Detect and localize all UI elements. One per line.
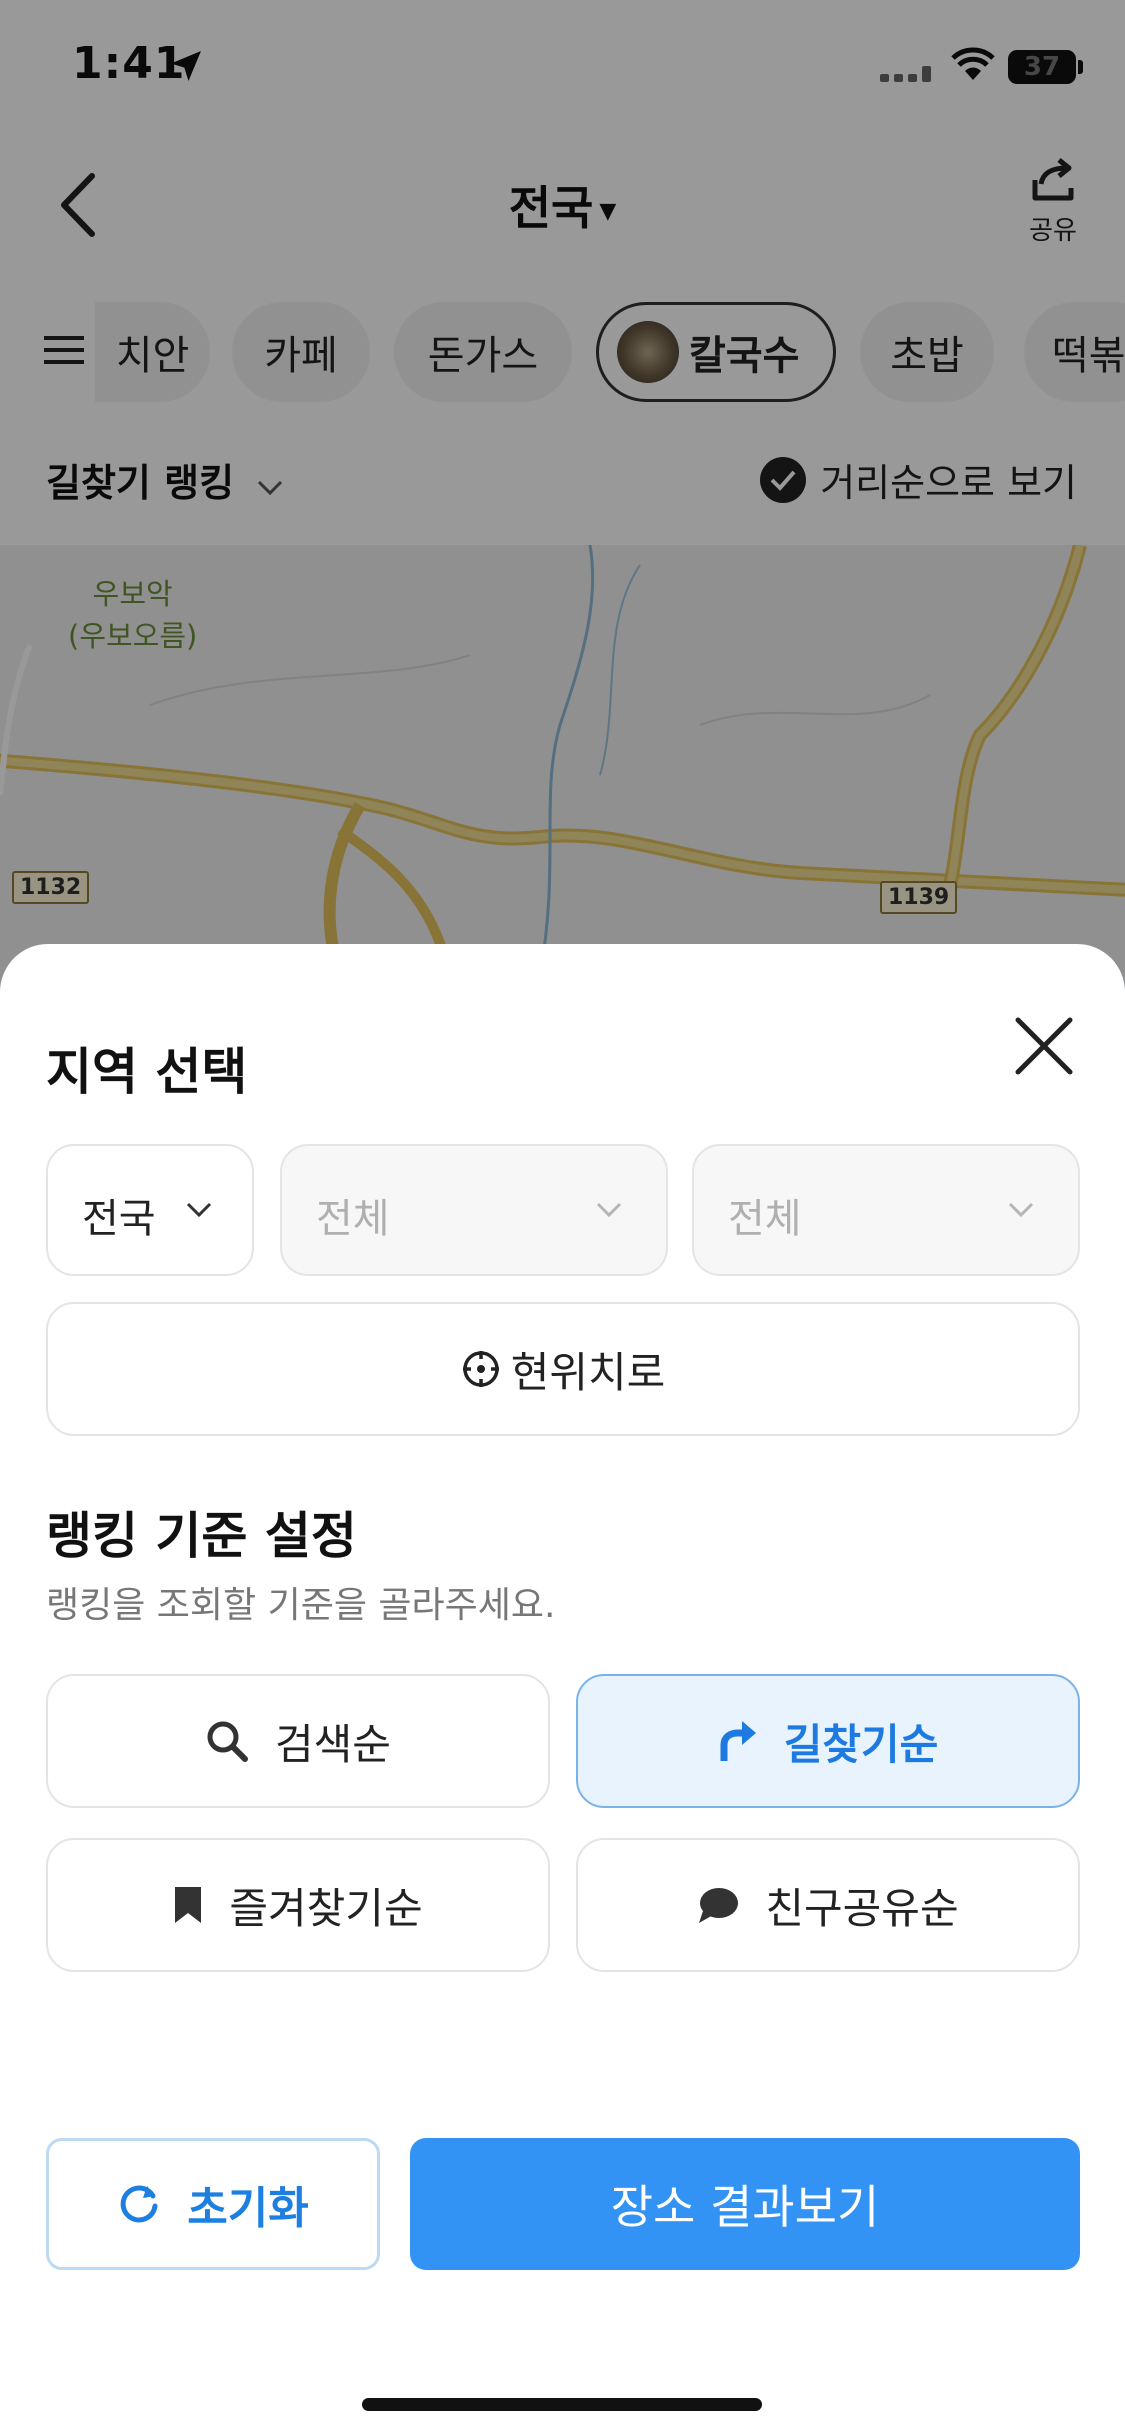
show-results-button[interactable]: 장소 결과보기 [410,2138,1080,2270]
ranking-section-title: 랭킹 기준 설정 [46,1507,357,1565]
option-label: 친구공유순 [765,1883,959,1933]
chevron-down-icon [596,1202,622,1218]
province-value: 전국 [82,1196,156,1242]
region-filter-sheet: 지역 선택 전국 전체 전체 현위치로 랭킹 기준 설정 랭킹을 조회할 기준을… [0,944,1125,2436]
bookmark-icon [175,1887,202,1923]
sheet-title: 지역 선택 [46,1043,248,1101]
chat-bubble-icon [699,1888,739,1923]
province-select[interactable]: 전국 [46,1144,254,1276]
option-label: 즐겨찾기순 [229,1883,423,1933]
city-select[interactable]: 전체 [280,1144,668,1276]
option-bookmark-order[interactable]: 즐겨찾기순 [46,1838,550,1972]
option-search-order[interactable]: 검색순 [46,1674,550,1808]
ranking-section-subtitle: 랭킹을 조회할 기준을 골라주세요. [46,1585,556,1626]
district-select[interactable]: 전체 [692,1144,1080,1276]
crosshair-icon [462,1351,499,1387]
show-results-label: 장소 결과보기 [610,2180,880,2234]
refresh-icon [120,2185,158,2223]
current-location-label: 현위치로 [510,1347,666,1397]
close-icon[interactable] [1012,1014,1076,1078]
chevron-down-icon [1008,1202,1034,1218]
city-value: 전체 [316,1196,390,1242]
option-label: 길찾기순 [783,1719,939,1769]
option-friend-share-order[interactable]: 친구공유순 [576,1838,1080,1972]
turn-arrow-icon [720,1721,756,1761]
reset-button[interactable]: 초기화 [46,2138,380,2270]
district-value: 전체 [728,1196,802,1242]
current-location-button[interactable]: 현위치로 [46,1302,1080,1436]
option-label: 검색순 [275,1719,391,1769]
home-indicator [362,2398,762,2411]
chevron-down-icon [186,1202,212,1218]
reset-label: 초기화 [187,2183,309,2234]
search-icon [207,1721,249,1762]
option-route-order[interactable]: 길찾기순 [576,1674,1080,1808]
